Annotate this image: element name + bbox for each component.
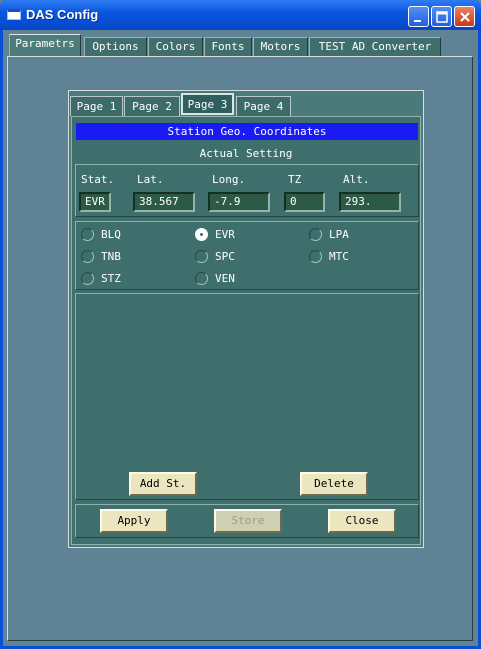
radio-label: LPA xyxy=(329,228,349,241)
radio-label: EVR xyxy=(215,228,235,241)
outer-tab-panel: Page 1 Page 2 Page 3 Page 4 Station Geo.… xyxy=(7,56,473,641)
tab-page-1[interactable]: Page 1 xyxy=(70,96,123,116)
coordinates-group: Stat. Lat. Long. TZ Alt. EVR 38.567 -7.9… xyxy=(75,164,419,217)
stat-field[interactable]: EVR xyxy=(79,192,111,212)
tab-colors[interactable]: Colors xyxy=(148,37,203,57)
radio-off-icon xyxy=(195,272,208,285)
store-button: Store xyxy=(214,509,282,533)
radio-label: MTC xyxy=(329,250,349,263)
minimize-icon xyxy=(414,20,421,22)
alt-field[interactable]: 293. xyxy=(339,192,401,212)
maximize-button[interactable] xyxy=(431,6,452,27)
section-banner: Station Geo. Coordinates xyxy=(76,123,418,140)
client-area: Parametrs Options Colors Fonts Motors TE… xyxy=(3,30,478,646)
close-button[interactable]: Close xyxy=(328,509,396,533)
tab-page-4[interactable]: Page 4 xyxy=(236,96,291,116)
close-window-button[interactable] xyxy=(454,6,475,27)
radio-on-icon xyxy=(195,228,208,241)
tab-fonts[interactable]: Fonts xyxy=(204,37,252,57)
radio-tnb[interactable]: TNB xyxy=(81,250,151,266)
radio-off-icon xyxy=(309,228,322,241)
tz-field[interactable]: 0 xyxy=(284,192,325,212)
radio-label: VEN xyxy=(215,272,235,285)
window-icon xyxy=(7,9,21,20)
minimize-button[interactable] xyxy=(408,6,429,27)
lat-field[interactable]: 38.567 xyxy=(133,192,195,212)
radio-label: SPC xyxy=(215,250,235,263)
tab-page-2[interactable]: Page 2 xyxy=(124,96,180,116)
tab-parametrs[interactable]: Parametrs xyxy=(9,34,81,57)
tab-test-ad-converter[interactable]: TEST AD Converter xyxy=(309,37,441,57)
radio-stz[interactable]: STZ xyxy=(81,272,151,288)
long-label: Long. xyxy=(212,173,246,186)
radio-off-icon xyxy=(309,250,322,263)
page-3-content: Station Geo. Coordinates Actual Setting … xyxy=(71,116,421,545)
window: DAS Config Parametrs Options Colors Font… xyxy=(0,0,481,649)
alt-label: Alt. xyxy=(343,173,370,186)
radio-label: STZ xyxy=(101,272,121,285)
stat-label: Stat. xyxy=(81,173,115,186)
radio-off-icon xyxy=(195,250,208,263)
radio-label: TNB xyxy=(101,250,121,263)
maximize-icon xyxy=(436,11,448,23)
station-edit-group: Add St. Delete xyxy=(75,293,419,500)
radio-ven[interactable]: VEN xyxy=(195,272,265,288)
title-bar[interactable]: DAS Config xyxy=(0,0,481,30)
long-field[interactable]: -7.9 xyxy=(208,192,270,212)
delete-station-button[interactable]: Delete xyxy=(300,472,368,496)
actual-setting-label: Actual Setting xyxy=(199,147,293,160)
tz-label: TZ xyxy=(288,173,302,186)
dialog-button-row: Apply Store Close xyxy=(75,504,419,538)
apply-button[interactable]: Apply xyxy=(100,509,168,533)
radio-label: BLQ xyxy=(101,228,121,241)
radio-off-icon xyxy=(81,272,94,285)
radio-mtc[interactable]: MTC xyxy=(309,250,379,266)
add-station-button[interactable]: Add St. xyxy=(129,472,197,496)
radio-evr[interactable]: EVR xyxy=(195,228,265,244)
tab-page-3[interactable]: Page 3 xyxy=(181,93,234,115)
tab-options[interactable]: Options xyxy=(84,37,147,57)
radio-off-icon xyxy=(81,250,94,263)
radio-lpa[interactable]: LPA xyxy=(309,228,379,244)
radio-spc[interactable]: SPC xyxy=(195,250,265,266)
close-icon xyxy=(460,12,470,22)
tab-motors[interactable]: Motors xyxy=(253,37,308,57)
window-title: DAS Config xyxy=(26,7,99,22)
radio-off-icon xyxy=(81,228,94,241)
station-radio-group: BLQ EVR LPA TNB SPC MTC STZ VEN xyxy=(75,221,419,290)
lat-label: Lat. xyxy=(137,173,164,186)
parameters-panel: Page 1 Page 2 Page 3 Page 4 Station Geo.… xyxy=(68,90,424,548)
radio-blq[interactable]: BLQ xyxy=(81,228,151,244)
